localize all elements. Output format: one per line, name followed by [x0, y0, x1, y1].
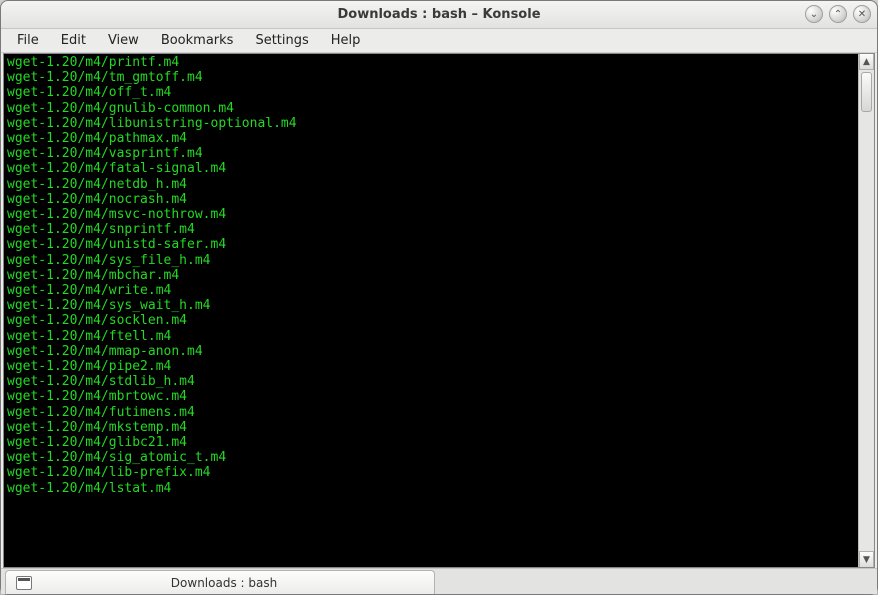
menu-view[interactable]: View: [98, 30, 149, 51]
terminal-line: wget-1.20/m4/sig_atomic_t.m4: [7, 450, 855, 465]
menu-bookmarks[interactable]: Bookmarks: [151, 30, 244, 51]
terminal-line: wget-1.20/m4/mbrtowc.m4: [7, 389, 855, 404]
terminal-line: wget-1.20/m4/tm_gmtoff.m4: [7, 70, 855, 85]
terminal-icon: [16, 576, 32, 590]
terminal-line: wget-1.20/m4/stdlib_h.m4: [7, 374, 855, 389]
terminal-line: wget-1.20/m4/glibc21.m4: [7, 435, 855, 450]
maximize-button[interactable]: ⌃: [829, 5, 847, 23]
terminal-line: wget-1.20/m4/snprintf.m4: [7, 222, 855, 237]
menubar: File Edit View Bookmarks Settings Help: [1, 29, 877, 53]
terminal[interactable]: wget-1.20/m4/printf.m4wget-1.20/m4/tm_gm…: [4, 54, 858, 567]
terminal-line: wget-1.20/m4/pathmax.m4: [7, 131, 855, 146]
terminal-line: wget-1.20/m4/off_t.m4: [7, 85, 855, 100]
terminal-line: wget-1.20/m4/sys_file_h.m4: [7, 253, 855, 268]
terminal-line: wget-1.20/m4/unistd-safer.m4: [7, 237, 855, 252]
menu-edit[interactable]: Edit: [51, 30, 96, 51]
terminal-line: wget-1.20/m4/fatal-signal.m4: [7, 161, 855, 176]
tabbar: Downloads : bash: [1, 568, 877, 594]
titlebar[interactable]: Downloads : bash – Konsole ⌄ ⌃ ✕: [1, 1, 877, 29]
window-controls: ⌄ ⌃ ✕: [805, 5, 871, 23]
terminal-line: wget-1.20/m4/socklen.m4: [7, 313, 855, 328]
terminal-line: wget-1.20/m4/nocrash.m4: [7, 192, 855, 207]
terminal-line: wget-1.20/m4/libunistring-optional.m4: [7, 116, 855, 131]
terminal-line: wget-1.20/m4/mmap-anon.m4: [7, 344, 855, 359]
terminal-line: wget-1.20/m4/futimens.m4: [7, 405, 855, 420]
terminal-line: wget-1.20/m4/netdb_h.m4: [7, 177, 855, 192]
terminal-line: wget-1.20/m4/lib-prefix.m4: [7, 465, 855, 480]
scroll-thumb[interactable]: [861, 72, 872, 112]
terminal-line: wget-1.20/m4/printf.m4: [7, 55, 855, 70]
scroll-up-button[interactable]: ▲: [859, 54, 874, 70]
terminal-line: wget-1.20/m4/vasprintf.m4: [7, 146, 855, 161]
terminal-line: wget-1.20/m4/msvc-nothrow.m4: [7, 207, 855, 222]
terminal-line: wget-1.20/m4/write.m4: [7, 283, 855, 298]
window-title: Downloads : bash – Konsole: [1, 7, 877, 22]
menu-settings[interactable]: Settings: [245, 30, 318, 51]
tab-active[interactable]: Downloads : bash: [5, 570, 435, 594]
terminal-line: wget-1.20/m4/ftell.m4: [7, 329, 855, 344]
terminal-line: wget-1.20/m4/mkstemp.m4: [7, 420, 855, 435]
terminal-line: wget-1.20/m4/mbchar.m4: [7, 268, 855, 283]
terminal-line: wget-1.20/m4/sys_wait_h.m4: [7, 298, 855, 313]
scroll-down-button[interactable]: ▼: [859, 551, 874, 567]
close-button[interactable]: ✕: [853, 5, 871, 23]
terminal-line: wget-1.20/m4/lstat.m4: [7, 481, 855, 496]
terminal-line: wget-1.20/m4/gnulib-common.m4: [7, 101, 855, 116]
tab-label: Downloads : bash: [42, 576, 424, 590]
menu-file[interactable]: File: [7, 30, 49, 51]
terminal-line: wget-1.20/m4/pipe2.m4: [7, 359, 855, 374]
menu-help[interactable]: Help: [321, 30, 371, 51]
konsole-window: Downloads : bash – Konsole ⌄ ⌃ ✕ File Ed…: [0, 0, 878, 595]
terminal-container: wget-1.20/m4/printf.m4wget-1.20/m4/tm_gm…: [3, 53, 875, 568]
scrollbar[interactable]: ▲ ▼: [858, 54, 874, 567]
minimize-button[interactable]: ⌄: [805, 5, 823, 23]
